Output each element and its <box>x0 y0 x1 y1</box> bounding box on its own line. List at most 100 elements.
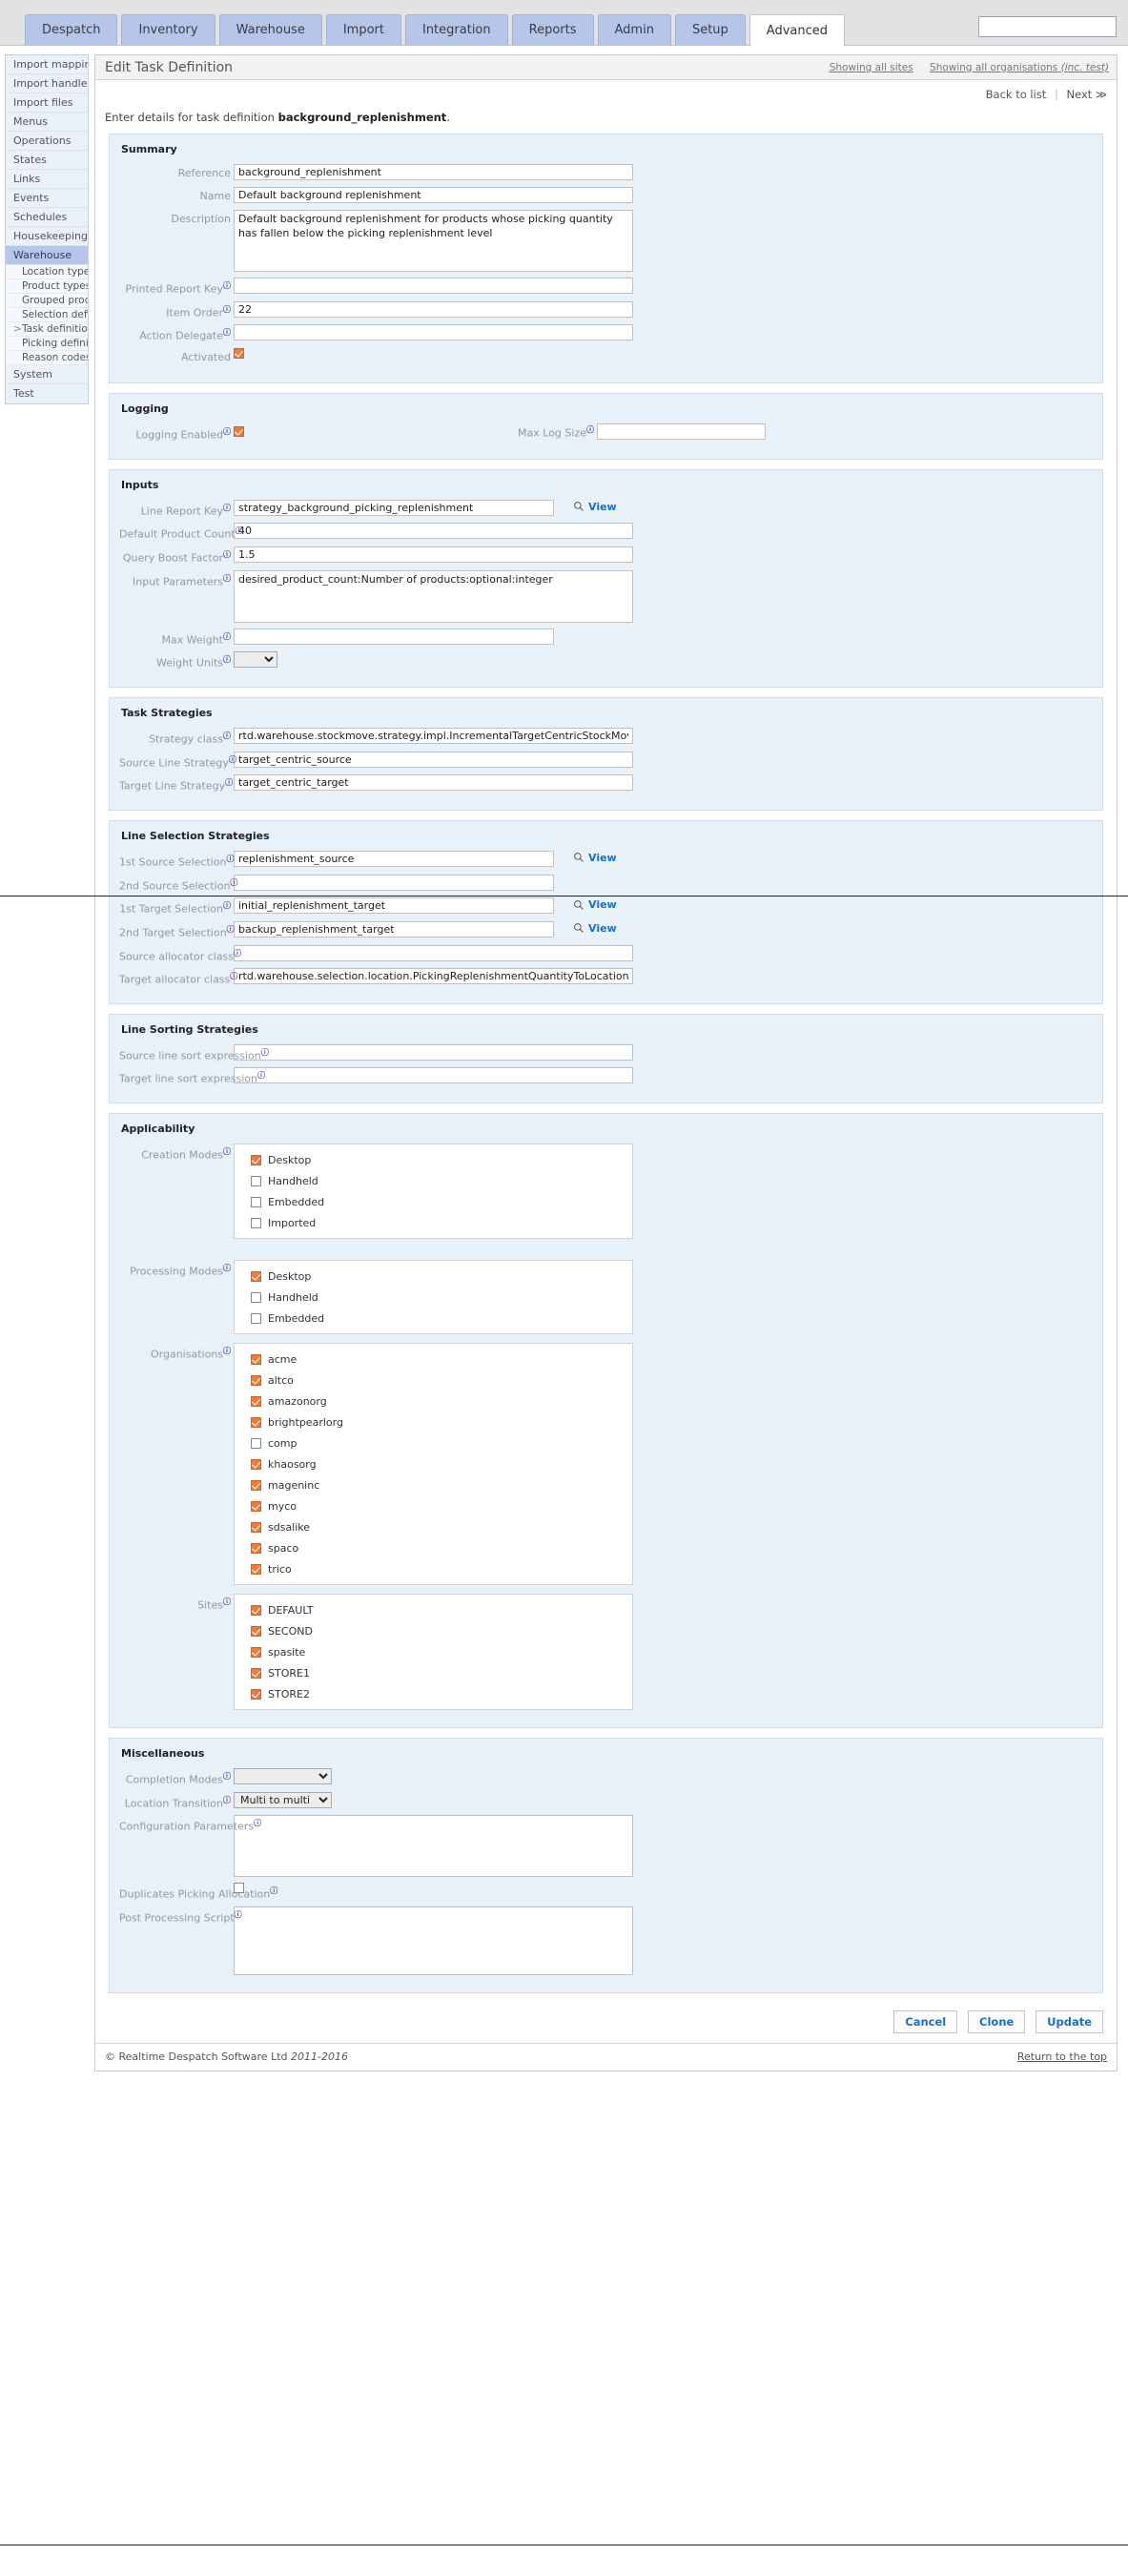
target-line-sort-input[interactable] <box>234 1067 633 1084</box>
org-comp-checkbox[interactable] <box>251 1437 261 1449</box>
tab-setup[interactable]: Setup <box>674 14 746 45</box>
source-line-strategy-input[interactable] <box>234 751 633 768</box>
help-icon[interactable]: ⓘ <box>227 855 235 863</box>
creation-mode-imported-checkbox[interactable] <box>251 1217 261 1228</box>
item-order-input[interactable] <box>234 300 633 318</box>
sidebar-item-test[interactable]: Test <box>6 384 88 403</box>
target-allocator-class-input[interactable] <box>234 968 633 985</box>
sidebar-item-selection-definitions[interactable]: Selection definitions <box>6 308 88 322</box>
help-icon[interactable]: ⓘ <box>223 655 231 664</box>
help-icon[interactable]: ⓘ <box>586 425 594 434</box>
sidebar-item-reason-codes[interactable]: Reason codes <box>6 351 88 365</box>
first-target-selection-input[interactable] <box>234 897 554 915</box>
duplicates-picking-checkbox[interactable] <box>234 1883 244 1894</box>
checkbox-item[interactable]: brightpearlorg <box>244 1414 623 1430</box>
help-icon[interactable]: ⓘ <box>261 1048 269 1057</box>
update-button[interactable]: Update <box>1036 2010 1103 2034</box>
action-delegate-input[interactable] <box>234 324 633 341</box>
help-icon[interactable]: ⓘ <box>223 1796 231 1804</box>
checkbox-item[interactable]: STORE1 <box>244 1665 623 1680</box>
view-second-target-selection-button[interactable]: View <box>573 921 617 935</box>
checkbox-item[interactable]: Embedded <box>244 1194 623 1209</box>
back-to-list-link[interactable]: Back to list <box>986 88 1047 101</box>
sidebar-item-grouped-products[interactable]: Grouped products <box>6 294 88 308</box>
query-boost-factor-input[interactable] <box>234 546 633 563</box>
max-log-size-input[interactable] <box>597 422 766 440</box>
showing-all-sites-link[interactable]: Showing all sites <box>830 62 913 73</box>
completion-modes-select[interactable] <box>234 1768 332 1785</box>
name-input[interactable] <box>234 187 633 203</box>
help-icon[interactable]: ⓘ <box>235 1910 242 1919</box>
tab-advanced[interactable]: Advanced <box>749 14 845 46</box>
org-khaosorg-checkbox[interactable] <box>251 1458 261 1470</box>
sidebar-item-events[interactable]: Events <box>6 189 88 208</box>
help-icon[interactable]: ⓘ <box>223 550 231 559</box>
processing-mode-embedded-checkbox[interactable] <box>251 1312 261 1324</box>
post-processing-script-textarea[interactable] <box>234 1906 633 1976</box>
source-allocator-class-input[interactable] <box>234 944 633 961</box>
checkbox-item[interactable]: spasite <box>244 1644 623 1659</box>
help-icon[interactable]: ⓘ <box>223 328 231 337</box>
description-textarea[interactable]: Default background replenishment for pro… <box>234 210 633 272</box>
checkbox-item[interactable]: amazonorg <box>244 1393 623 1409</box>
checkbox-item[interactable]: Handheld <box>244 1173 623 1188</box>
configuration-parameters-textarea[interactable] <box>234 1815 633 1878</box>
creation-mode-handheld-checkbox[interactable] <box>251 1175 261 1186</box>
activated-checkbox[interactable] <box>234 347 244 359</box>
org-altco-checkbox[interactable] <box>251 1374 261 1386</box>
strategy-class-input[interactable] <box>234 727 633 744</box>
search-input[interactable] <box>979 17 1128 36</box>
checkbox-item[interactable]: DEFAULT <box>244 1602 623 1618</box>
checkbox-item[interactable]: Embedded <box>244 1310 623 1326</box>
site-store2-checkbox[interactable] <box>251 1688 261 1700</box>
sidebar-item-housekeeping[interactable]: Housekeeping <box>6 227 88 246</box>
checkbox-item[interactable]: myco <box>244 1498 623 1514</box>
showing-all-organisations-link[interactable]: Showing all organisations (inc. test) <box>930 62 1109 73</box>
help-icon[interactable]: ⓘ <box>236 526 243 535</box>
checkbox-item[interactable]: Imported <box>244 1215 623 1230</box>
checkbox-item[interactable]: Desktop <box>244 1268 623 1284</box>
help-icon[interactable]: ⓘ <box>257 1071 265 1080</box>
weight-units-select[interactable] <box>234 651 277 669</box>
sidebar-item-task-definitions[interactable]: Task definitions <box>6 322 88 337</box>
help-icon[interactable]: ⓘ <box>223 281 231 290</box>
org-amazonorg-checkbox[interactable] <box>251 1395 261 1407</box>
site-default-checkbox[interactable] <box>251 1604 261 1616</box>
input-parameters-textarea[interactable]: desired_product_count:Number of products… <box>234 569 633 623</box>
target-line-strategy-input[interactable] <box>234 774 633 792</box>
first-source-selection-input[interactable] <box>234 850 554 867</box>
tab-despatch[interactable]: Despatch <box>25 14 118 45</box>
help-icon[interactable]: ⓘ <box>225 778 233 787</box>
help-icon[interactable]: ⓘ <box>223 901 231 910</box>
checkbox-item[interactable]: acme <box>244 1351 623 1367</box>
help-icon[interactable]: ⓘ <box>230 878 237 887</box>
site-store1-checkbox[interactable] <box>251 1667 261 1679</box>
sidebar-item-location-types[interactable]: Location types <box>6 265 88 279</box>
org-acme-checkbox[interactable] <box>251 1353 261 1365</box>
sidebar-item-system[interactable]: System <box>6 365 88 384</box>
checkbox-item[interactable]: STORE2 <box>244 1686 623 1701</box>
printed-report-key-input[interactable] <box>234 278 633 294</box>
tab-admin[interactable]: Admin <box>597 14 671 45</box>
help-icon[interactable]: ⓘ <box>223 732 231 740</box>
checkbox-item[interactable]: trico <box>244 1561 623 1577</box>
help-icon[interactable]: ⓘ <box>223 1347 231 1355</box>
search-box[interactable] <box>978 16 1128 37</box>
sidebar-item-product-types[interactable]: Product types <box>6 279 88 294</box>
help-icon[interactable]: ⓘ <box>223 1264 231 1272</box>
checkbox-item[interactable]: altco <box>244 1372 623 1388</box>
help-icon[interactable]: ⓘ <box>223 1772 231 1781</box>
view-first-target-selection-button[interactable]: View <box>573 897 617 911</box>
org-spaco-checkbox[interactable] <box>251 1542 261 1554</box>
tab-warehouse[interactable]: Warehouse <box>218 14 322 45</box>
help-icon[interactable]: ⓘ <box>234 949 241 958</box>
creation-mode-embedded-checkbox[interactable] <box>251 1196 261 1207</box>
checkbox-item[interactable]: Desktop <box>244 1152 623 1167</box>
site-second-checkbox[interactable] <box>251 1625 261 1637</box>
help-icon[interactable]: ⓘ <box>223 1147 231 1156</box>
sidebar-item-import-files[interactable]: Import files <box>6 93 88 113</box>
sidebar-item-states[interactable]: States <box>6 151 88 170</box>
checkbox-item[interactable]: comp <box>244 1435 623 1451</box>
tab-reports[interactable]: Reports <box>511 14 594 45</box>
help-icon[interactable]: ⓘ <box>227 925 235 934</box>
